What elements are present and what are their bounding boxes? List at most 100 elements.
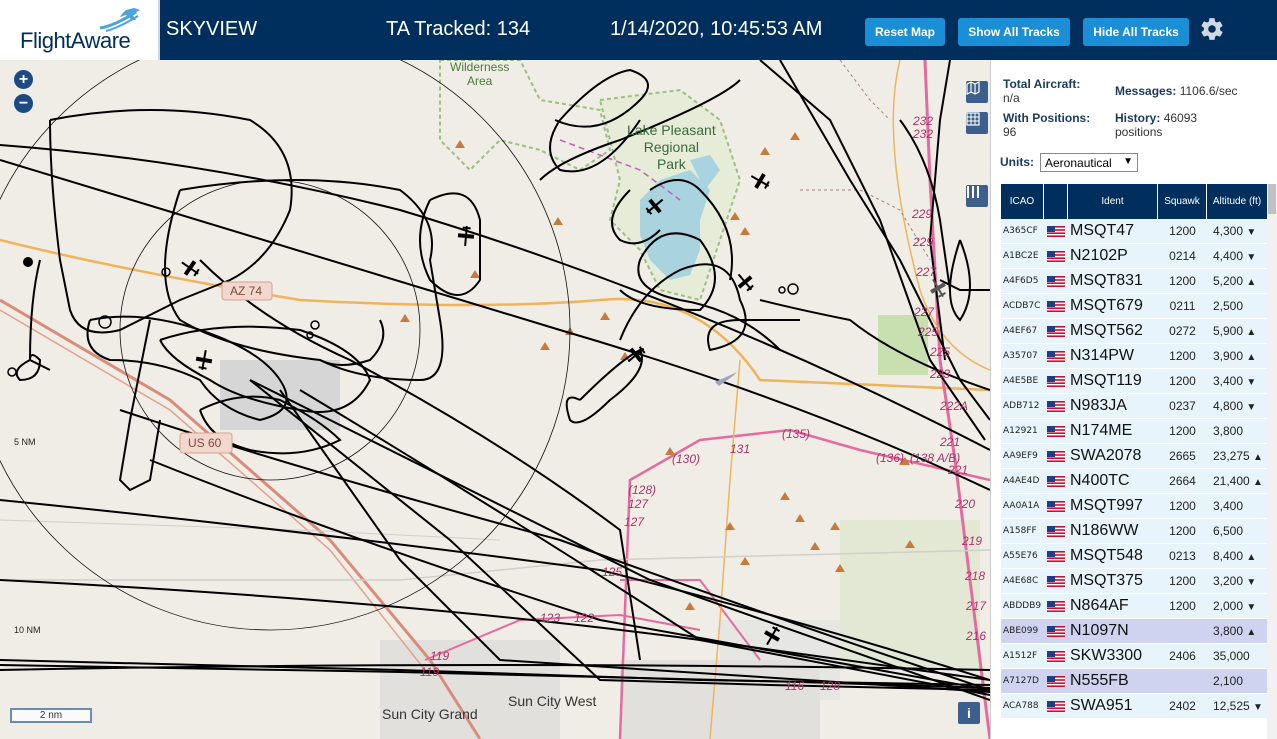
- row-ident: MSQT119: [1070, 372, 1142, 389]
- units-select[interactable]: Aeronautical ▼: [1040, 153, 1138, 172]
- row-ident: SWA2078: [1070, 447, 1142, 464]
- row-icao: A35707: [1003, 351, 1038, 361]
- us-flag-icon: [1044, 500, 1068, 512]
- zoom-out-button[interactable]: −: [14, 94, 33, 113]
- table-row[interactable]: ADB712 N983JA 0237 4,800 ▼: [1001, 394, 1267, 419]
- svg-text:223: 223: [929, 367, 950, 381]
- logo-text: FlightAware: [20, 28, 131, 53]
- map-icon: [966, 81, 980, 95]
- svg-text:232: 232: [912, 114, 933, 128]
- row-altitude: 6,500: [1207, 524, 1267, 538]
- table-row[interactable]: A4AE4D N400TC 2664 21,400 ▲: [1001, 469, 1267, 494]
- row-icao: A158FF: [1003, 526, 1037, 536]
- row-altitude-value: 4,400: [1213, 249, 1244, 263]
- svg-text:(136): (136): [876, 451, 904, 465]
- us-flag-icon: [1044, 475, 1068, 487]
- column-header-squawk[interactable]: Squawk: [1158, 184, 1207, 219]
- us-flag-icon: [1044, 625, 1068, 637]
- flightaware-logo[interactable]: FlightAware: [0, 0, 160, 60]
- row-squawk: 2402: [1169, 699, 1196, 713]
- row-icao: AA9EF9: [1003, 451, 1038, 461]
- row-icao: ABE099: [1003, 626, 1039, 636]
- zoom-in-button[interactable]: +: [14, 70, 33, 89]
- row-icao: A7127D: [1003, 676, 1039, 686]
- total-aircraft-stat: Total Aircraft: n/a: [1003, 77, 1113, 105]
- row-ident: N186WW: [1070, 522, 1139, 539]
- column-header-ident[interactable]: Ident: [1068, 184, 1158, 219]
- column-header-icao[interactable]: ICAO: [1001, 184, 1044, 219]
- info-icon[interactable]: i: [958, 702, 980, 724]
- table-row[interactable]: A4E68C MSQT375 1200 3,200 ▼: [1001, 569, 1267, 594]
- row-altitude: 2,100: [1207, 674, 1267, 688]
- table-row[interactable]: A158FF N186WW 1200 6,500: [1001, 519, 1267, 544]
- row-ident: MSQT997: [1070, 497, 1143, 514]
- row-icao: A4E68C: [1003, 576, 1039, 586]
- row-altitude: 4,400 ▼: [1207, 249, 1267, 263]
- svg-text:(138 A/B): (138 A/B): [910, 451, 960, 465]
- row-altitude: 5,900 ▲: [1207, 324, 1267, 338]
- scrollbar-thumb[interactable]: [1268, 184, 1276, 214]
- reset-map-button[interactable]: Reset Map: [865, 18, 945, 46]
- row-icao: ABDDB9: [1003, 601, 1042, 611]
- map-view[interactable]: 232 232 229 229 227 227 225 225 223 222A 221 221…: [0, 60, 990, 739]
- aircraft-sidebar: Total Aircraft: n/a With Positions: 96 M…: [990, 60, 1277, 739]
- table-row[interactable]: ACA788 SWA951 2402 12,525 ▼: [1001, 694, 1267, 719]
- table-row[interactable]: A4F6D5 MSQT831 1200 5,200 ▲: [1001, 269, 1267, 294]
- altitude-trend-icon: ▲: [1246, 352, 1257, 363]
- gear-icon[interactable]: [1199, 16, 1225, 42]
- hide-all-tracks-button[interactable]: Hide All Tracks: [1083, 18, 1189, 46]
- map-canvas[interactable]: 232232 229 229 227 227 225 225 223 222A 221 221…: [0, 60, 990, 739]
- svg-text:219: 219: [961, 534, 982, 548]
- table-row[interactable]: A365CF MSQT47 1200 4,300 ▼: [1001, 219, 1267, 244]
- table-row[interactable]: A4E5BE MSQT119 1200 3,400 ▼: [1001, 369, 1267, 394]
- row-altitude-value: 2,500: [1213, 299, 1244, 313]
- table-row[interactable]: AA0A1A MSQT997 1200 3,400: [1001, 494, 1267, 519]
- us-flag-icon: [1044, 275, 1068, 287]
- columns-toggle-button[interactable]: [966, 185, 988, 207]
- svg-text:128: 128: [820, 679, 840, 693]
- table-row[interactable]: A1512F SKW3300 2406 35,000: [1001, 644, 1267, 669]
- scale-bar: 2 nm: [10, 708, 92, 723]
- row-ident: N2102P: [1070, 247, 1128, 264]
- units-label: Units:: [1000, 155, 1034, 169]
- row-squawk: 1200: [1169, 224, 1196, 238]
- table-row[interactable]: ACDB7C MSQT679 0211 2,500: [1001, 294, 1267, 319]
- row-altitude-value: 3,900: [1213, 349, 1244, 363]
- sun-city-grand-label: Sun City Grand: [382, 706, 478, 722]
- datetime-display: 1/14/2020, 10:45:53 AM: [610, 18, 823, 40]
- svg-text:119: 119: [420, 665, 439, 679]
- column-header-flag[interactable]: [1044, 184, 1068, 219]
- row-squawk: 0272: [1169, 324, 1196, 338]
- altitude-trend-icon: ▼: [1246, 377, 1257, 388]
- table-row[interactable]: A7127D N555FB 2,100: [1001, 669, 1267, 694]
- table-row[interactable]: AA9EF9 SWA2078 2665 23,275 ▲: [1001, 444, 1267, 469]
- row-altitude-value: 5,200: [1213, 274, 1244, 288]
- us-flag-icon: [1044, 675, 1068, 687]
- grid-toggle-button[interactable]: [966, 112, 988, 134]
- total-aircraft-value: n/a: [1003, 91, 1020, 105]
- map-layers-button[interactable]: [966, 81, 988, 103]
- table-row[interactable]: ABDDB9 N864AF 1200 2,000 ▼: [1001, 594, 1267, 619]
- altitude-trend-icon: ▼: [1253, 702, 1263, 713]
- svg-text:221: 221: [939, 435, 960, 449]
- messages-stat: Messages: 1106.6/sec: [1115, 84, 1275, 98]
- show-all-tracks-button[interactable]: Show All Tracks: [958, 18, 1070, 46]
- row-altitude-value: 3,400: [1213, 374, 1244, 388]
- table-scrollbar[interactable]: [1267, 184, 1277, 739]
- row-altitude-value: 4,800: [1213, 399, 1244, 413]
- table-row[interactable]: A4EF67 MSQT562 0272 5,900 ▲: [1001, 319, 1267, 344]
- row-altitude-value: 6,500: [1213, 524, 1244, 538]
- altitude-trend-icon: ▼: [1246, 402, 1257, 413]
- table-row[interactable]: A12921 N174ME 1200 3,800: [1001, 419, 1267, 444]
- table-row[interactable]: ABE099 N1097N 3,800 ▲: [1001, 619, 1267, 644]
- table-row[interactable]: A55E76 MSQT548 0213 8,400 ▲: [1001, 544, 1267, 569]
- row-icao: A4AE4D: [1003, 476, 1040, 486]
- row-squawk: 2406: [1169, 649, 1196, 663]
- svg-text:222A: 222A: [939, 399, 968, 413]
- column-header-altitude[interactable]: Altitude (ft): [1207, 184, 1267, 219]
- row-squawk: 1200: [1169, 274, 1196, 288]
- table-row[interactable]: A35707 N314PW 1200 3,900 ▲: [1001, 344, 1267, 369]
- row-ident: N400TC: [1070, 472, 1130, 489]
- table-row[interactable]: A1BC2E N2102P 0214 4,400 ▼: [1001, 244, 1267, 269]
- row-squawk: 1200: [1169, 499, 1196, 513]
